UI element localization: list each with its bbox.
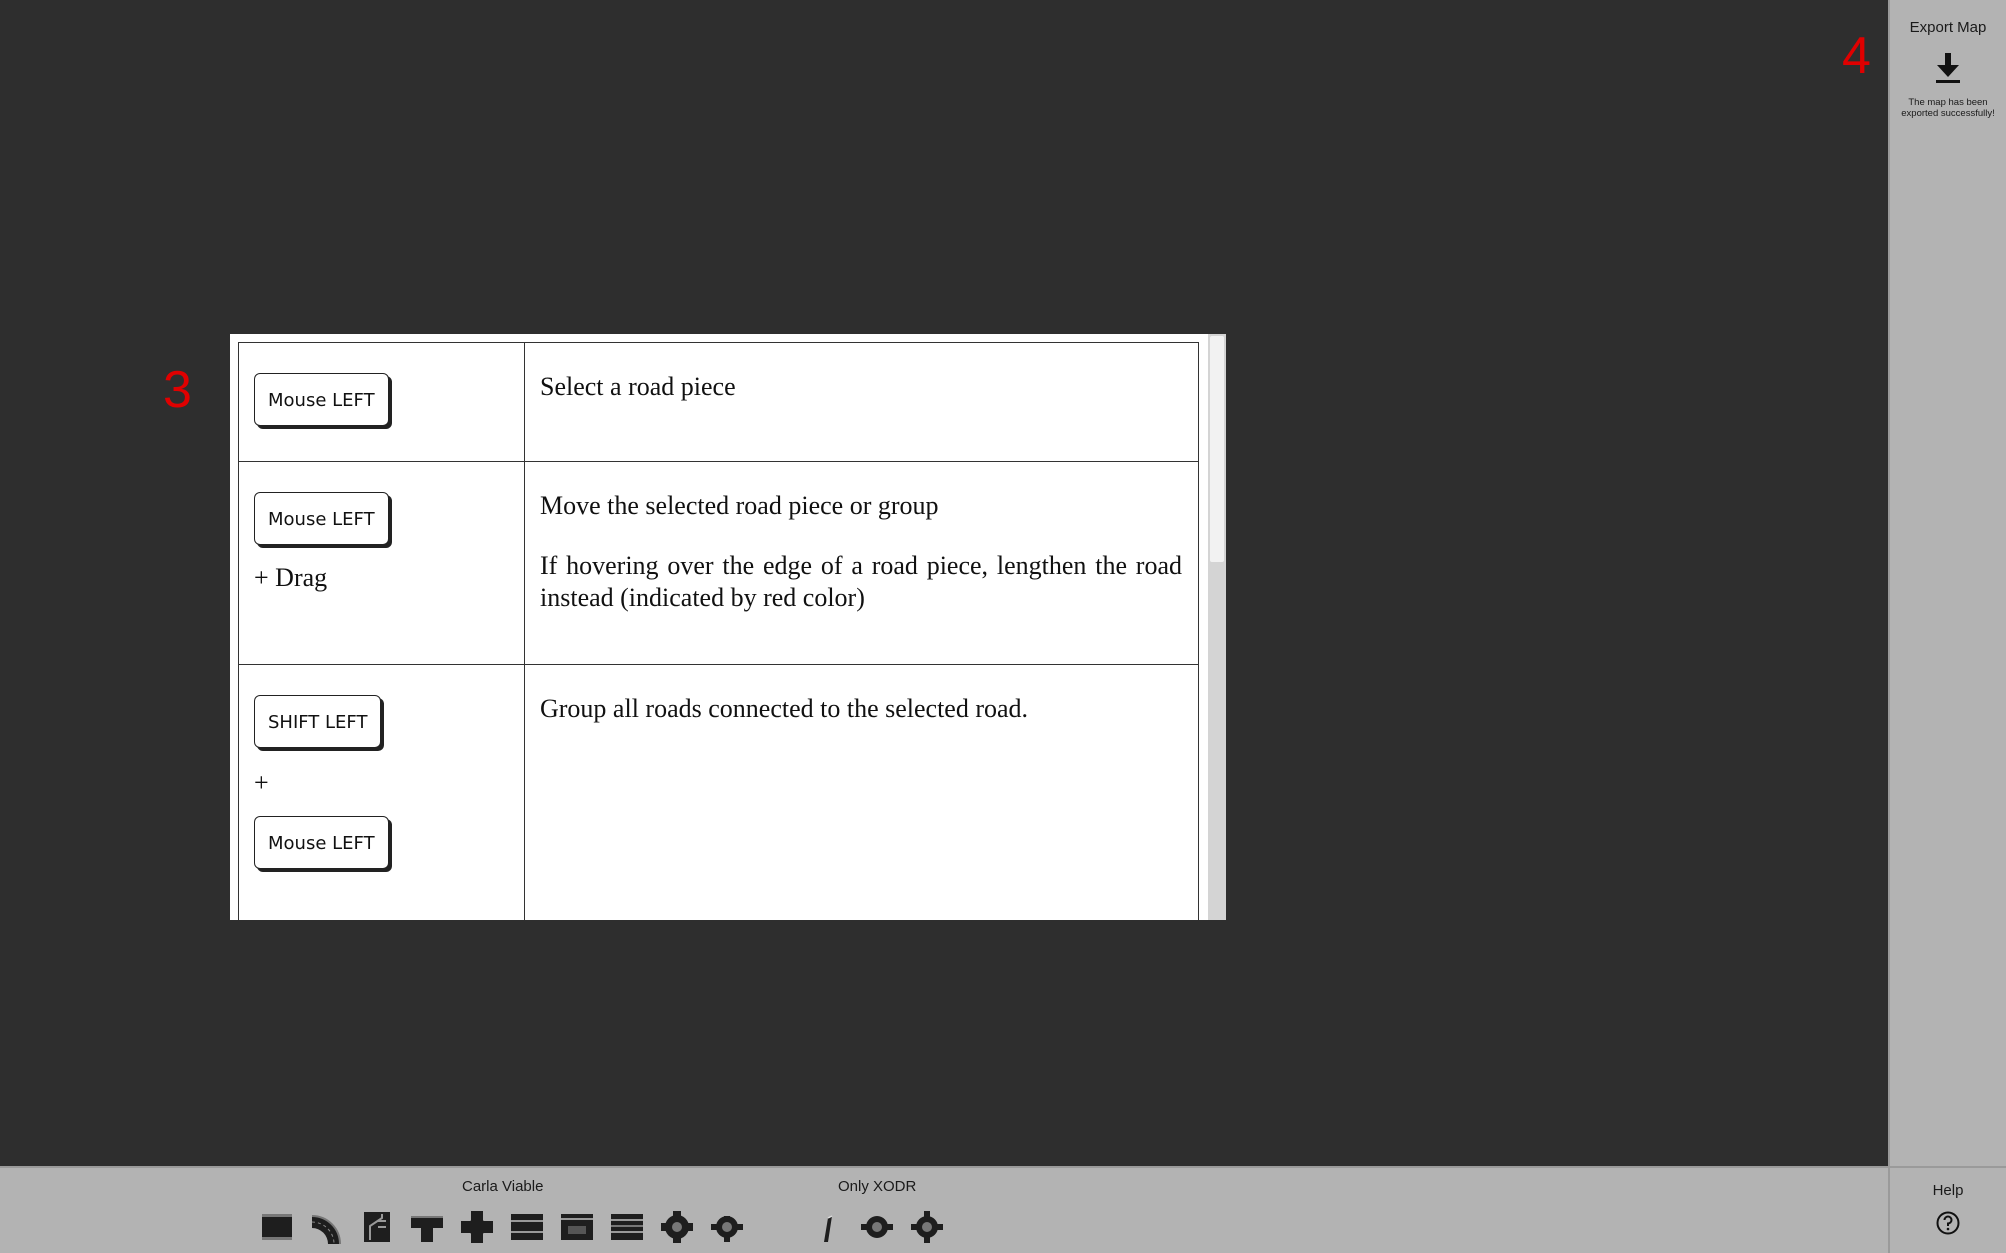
drag-modifier: + Drag bbox=[254, 563, 328, 592]
group-label-carla: Carla Viable bbox=[462, 1178, 544, 1195]
bottom-toolbar bbox=[0, 1166, 2006, 1253]
marker-3: 3 bbox=[163, 361, 192, 419]
keys-cell: SHIFT LEFT + Mouse LEFT bbox=[238, 664, 525, 920]
table-row: SHIFT LEFT + Mouse LEFT Group all roads … bbox=[238, 664, 1199, 920]
question-circle-icon[interactable] bbox=[1935, 1210, 1961, 1236]
lane-merge-icon[interactable] bbox=[560, 1210, 594, 1244]
key-mouse-left: Mouse LEFT bbox=[254, 373, 389, 426]
description-text: If hovering over the edge of a road piec… bbox=[540, 551, 1182, 612]
table-row: Mouse LEFT Select a road piece bbox=[238, 342, 1199, 462]
roundabout-icon[interactable] bbox=[860, 1210, 894, 1244]
description-cell: Group all roads connected to the selecte… bbox=[524, 664, 1199, 920]
scrollbar-thumb[interactable] bbox=[1210, 336, 1224, 562]
curved-road-icon[interactable] bbox=[310, 1210, 344, 1244]
export-status-text: The map has been exported successfully! bbox=[1901, 97, 1995, 119]
roundabout-4way-icon[interactable] bbox=[710, 1210, 744, 1244]
help-label: Help bbox=[1932, 1182, 1964, 1199]
t-junction-icon[interactable] bbox=[410, 1210, 444, 1244]
key-mouse-left: Mouse LEFT bbox=[254, 492, 389, 545]
marker-4: 4 bbox=[1842, 27, 1871, 85]
table-row: Mouse LEFT + Drag Move the selected road… bbox=[238, 461, 1199, 665]
key-mouse-left: Mouse LEFT bbox=[254, 816, 389, 869]
description-text: Select a road piece bbox=[540, 372, 736, 401]
plus-modifier: + bbox=[254, 768, 269, 797]
roundabout-multi-icon[interactable] bbox=[910, 1210, 944, 1244]
roundabout-3way-icon[interactable] bbox=[660, 1210, 694, 1244]
lane-split-icon[interactable] bbox=[610, 1210, 644, 1244]
lane-change-road-icon[interactable] bbox=[360, 1210, 394, 1244]
description-text: Move the selected road piece or group bbox=[540, 491, 939, 520]
description-cell: Move the selected road piece or group If… bbox=[524, 461, 1199, 665]
parametric-curve-icon[interactable] bbox=[810, 1210, 844, 1244]
export-map-title: Export Map bbox=[1909, 19, 1987, 36]
download-icon[interactable] bbox=[1930, 50, 1966, 86]
description-text: Group all roads connected to the selecte… bbox=[540, 694, 1029, 723]
description-cell: Select a road piece bbox=[524, 342, 1199, 462]
x-junction-icon[interactable] bbox=[460, 1210, 494, 1244]
controls-table: Mouse LEFT Select a road piece Mouse LEF… bbox=[238, 342, 1199, 920]
help-area: Help bbox=[1888, 1166, 2006, 1253]
key-shift-left: SHIFT LEFT bbox=[254, 695, 382, 748]
group-label-xodr: Only XODR bbox=[838, 1178, 917, 1195]
document-scrollbar[interactable] bbox=[1208, 334, 1226, 920]
keys-cell: Mouse LEFT bbox=[238, 342, 525, 462]
road-ramp-icon[interactable] bbox=[510, 1210, 544, 1244]
keys-cell: Mouse LEFT + Drag bbox=[238, 461, 525, 665]
help-document[interactable]: Mouse LEFT Select a road piece Mouse LEF… bbox=[230, 334, 1226, 920]
straight-road-icon[interactable] bbox=[260, 1210, 294, 1244]
right-panel: Export Map The map has been exported suc… bbox=[1888, 0, 2006, 1166]
